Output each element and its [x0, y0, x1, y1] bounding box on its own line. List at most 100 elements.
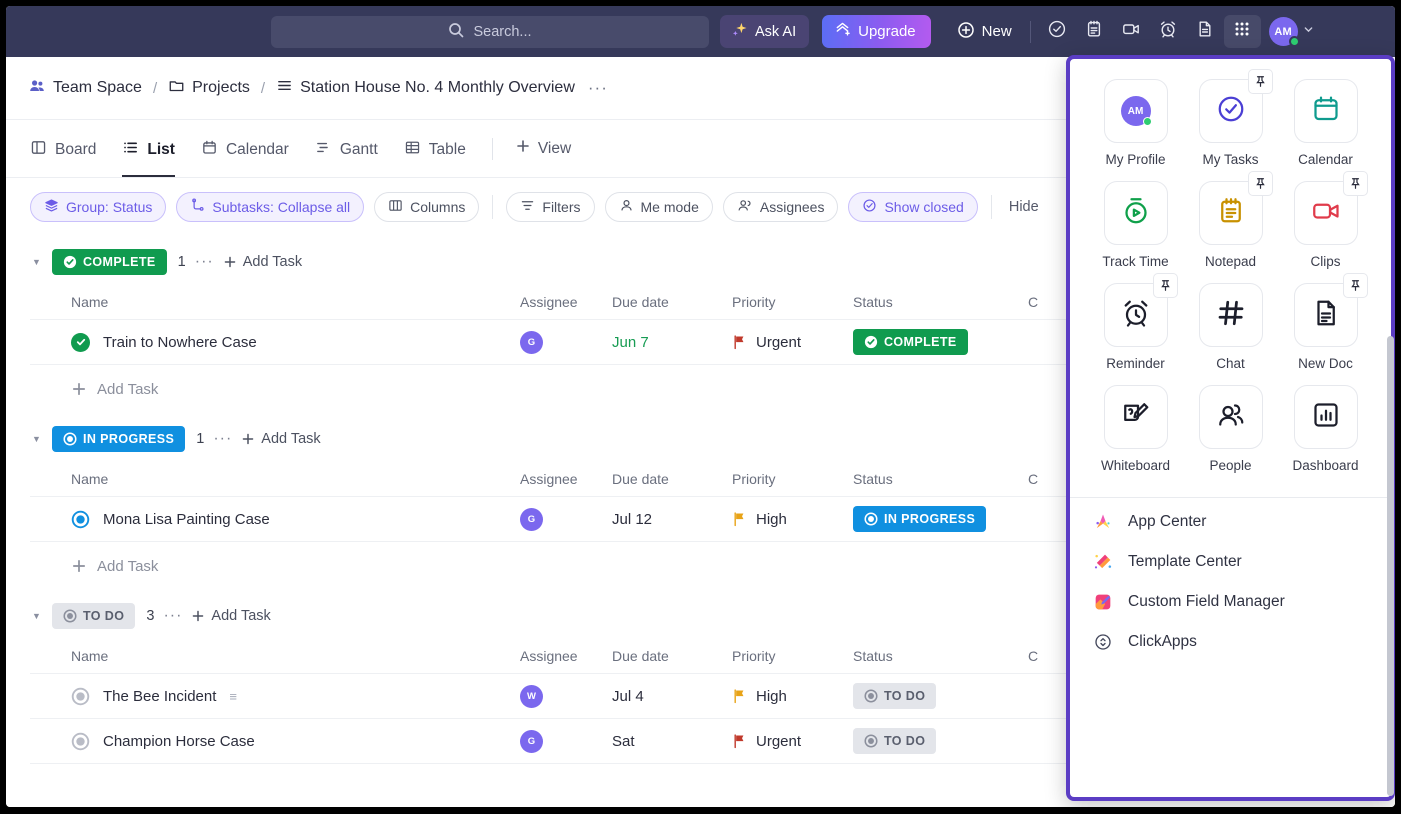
chip-me-mode[interactable]: Me mode	[605, 192, 713, 222]
user-avatar-button[interactable]: AM	[1269, 17, 1315, 46]
status-badge[interactable]: COMPLETE	[853, 329, 968, 355]
column-header-priority[interactable]: Priority	[732, 471, 853, 487]
task-status-cell[interactable]: TO DO	[853, 683, 1028, 709]
navbar-notepad-button[interactable]	[1076, 15, 1113, 48]
quick-action-tile-calendar[interactable]: Calendar	[1278, 79, 1373, 177]
column-header-name[interactable]: Name	[71, 648, 520, 664]
group-status-badge[interactable]: IN PROGRESS	[52, 426, 185, 452]
column-header-due-date[interactable]: Due date	[612, 294, 732, 310]
pin-icon[interactable]	[1248, 171, 1273, 196]
column-header-priority[interactable]: Priority	[732, 294, 853, 310]
breadcrumb-more-button[interactable]: ···	[588, 78, 608, 98]
chip-show-closed[interactable]: Show closed	[848, 192, 977, 222]
pin-icon[interactable]	[1343, 171, 1368, 196]
column-header-status[interactable]: Status	[853, 648, 1028, 664]
tab-list[interactable]: List	[122, 120, 175, 177]
column-header-priority[interactable]: Priority	[732, 648, 853, 664]
column-header-due-date[interactable]: Due date	[612, 471, 732, 487]
column-header-status[interactable]: Status	[853, 471, 1028, 487]
status-badge[interactable]: IN PROGRESS	[853, 506, 986, 532]
task-status-cell[interactable]: IN PROGRESS	[853, 506, 1028, 532]
group-add-task-button[interactable]: Add Task	[223, 254, 302, 270]
task-assignee-cell[interactable]: G	[520, 508, 612, 531]
group-status-badge[interactable]: TO DO	[52, 603, 135, 629]
add-view-button[interactable]: View	[515, 138, 571, 159]
navbar-apps-grid-button[interactable]	[1224, 15, 1261, 48]
menu-item-template-center[interactable]: Template Center	[1070, 542, 1391, 582]
vertical-scrollbar[interactable]	[1387, 336, 1394, 796]
quick-action-tile-new-doc[interactable]: New Doc	[1278, 283, 1373, 381]
menu-item-custom-field-manager[interactable]: Custom Field Manager	[1070, 582, 1391, 622]
task-name-cell[interactable]: Train to Nowhere Case	[71, 333, 520, 352]
navbar-doc-button[interactable]	[1187, 15, 1224, 48]
task-priority-cell[interactable]: High	[732, 511, 853, 528]
chip-filters[interactable]: Filters	[506, 192, 594, 222]
task-status-toggle-icon[interactable]	[71, 732, 90, 751]
task-status-toggle-icon[interactable]	[71, 333, 90, 352]
column-header-status[interactable]: Status	[853, 294, 1028, 310]
filter-hide-button[interactable]: Hide	[1009, 199, 1039, 215]
column-header-assignee[interactable]: Assignee	[520, 294, 612, 310]
tab-table[interactable]: Table	[404, 120, 466, 177]
global-search-input[interactable]: Search...	[271, 16, 709, 48]
task-priority-cell[interactable]: Urgent	[732, 334, 853, 351]
quick-action-tile-chat[interactable]: Chat	[1183, 283, 1278, 381]
quick-action-tile-my-tasks[interactable]: My Tasks	[1183, 79, 1278, 177]
task-due-date-cell[interactable]: Jul 12	[612, 511, 732, 528]
task-priority-cell[interactable]: Urgent	[732, 733, 853, 750]
breadcrumb-item-list[interactable]: Station House No. 4 Monthly Overview	[276, 77, 575, 99]
column-header-assignee[interactable]: Assignee	[520, 648, 612, 664]
group-add-task-button[interactable]: Add Task	[241, 431, 320, 447]
collapse-caret-icon[interactable]: ▼	[30, 434, 43, 444]
new-button[interactable]: New	[947, 15, 1022, 48]
group-status-badge[interactable]: COMPLETE	[52, 249, 167, 275]
status-badge[interactable]: TO DO	[853, 728, 936, 754]
task-name-cell[interactable]: The Bee Incident≡	[71, 687, 520, 706]
ask-ai-button[interactable]: Ask AI	[720, 15, 809, 48]
collapse-caret-icon[interactable]: ▼	[30, 611, 43, 621]
quick-action-tile-dashboard[interactable]: Dashboard	[1278, 385, 1373, 483]
task-assignee-cell[interactable]: G	[520, 730, 612, 753]
task-name-cell[interactable]: Champion Horse Case	[71, 732, 520, 751]
navbar-reminder-button[interactable]	[1150, 15, 1187, 48]
column-header-assignee[interactable]: Assignee	[520, 471, 612, 487]
chip-group-status[interactable]: Group: Status	[30, 192, 166, 222]
quick-action-tile-reminder[interactable]: Reminder	[1088, 283, 1183, 381]
group-more-button[interactable]: ···	[195, 253, 214, 271]
tab-gantt[interactable]: Gantt	[315, 120, 378, 177]
task-due-date-cell[interactable]: Jun 7	[612, 334, 732, 351]
chip-assignees[interactable]: Assignees	[723, 192, 839, 222]
task-status-toggle-icon[interactable]	[71, 510, 90, 529]
pin-icon[interactable]	[1153, 273, 1178, 298]
column-header-due-date[interactable]: Due date	[612, 648, 732, 664]
tab-calendar[interactable]: Calendar	[201, 120, 289, 177]
menu-item-clickapps[interactable]: ClickApps	[1070, 622, 1391, 662]
quick-action-tile-track-time[interactable]: Track Time	[1088, 181, 1183, 279]
upgrade-button[interactable]: Upgrade	[822, 15, 931, 48]
task-status-cell[interactable]: COMPLETE	[853, 329, 1028, 355]
navbar-clips-button[interactable]	[1113, 15, 1150, 48]
quick-action-tile-notepad[interactable]: Notepad	[1183, 181, 1278, 279]
quick-action-tile-my-profile[interactable]: AMMy Profile	[1088, 79, 1183, 177]
menu-item-app-center[interactable]: App Center	[1070, 502, 1391, 542]
tab-board[interactable]: Board	[30, 120, 96, 177]
task-assignee-cell[interactable]: W	[520, 685, 612, 708]
column-header-name[interactable]: Name	[71, 471, 520, 487]
task-priority-cell[interactable]: High	[732, 688, 853, 705]
breadcrumb-item-projects[interactable]: Projects	[168, 77, 250, 99]
group-more-button[interactable]: ···	[213, 430, 232, 448]
group-add-task-button[interactable]: Add Task	[191, 608, 270, 624]
quick-action-tile-people[interactable]: People	[1183, 385, 1278, 483]
collapse-caret-icon[interactable]: ▼	[30, 257, 43, 267]
task-status-cell[interactable]: TO DO	[853, 728, 1028, 754]
navbar-my-tasks-button[interactable]	[1039, 15, 1076, 48]
pin-icon[interactable]	[1343, 273, 1368, 298]
task-status-toggle-icon[interactable]	[71, 687, 90, 706]
breadcrumb-item-team-space[interactable]: Team Space	[28, 77, 142, 100]
task-due-date-cell[interactable]: Jul 4	[612, 688, 732, 705]
quick-action-tile-clips[interactable]: Clips	[1278, 181, 1373, 279]
quick-action-tile-whiteboard[interactable]: Whiteboard	[1088, 385, 1183, 483]
status-badge[interactable]: TO DO	[853, 683, 936, 709]
pin-icon[interactable]	[1248, 69, 1273, 94]
chip-columns[interactable]: Columns	[374, 192, 479, 222]
